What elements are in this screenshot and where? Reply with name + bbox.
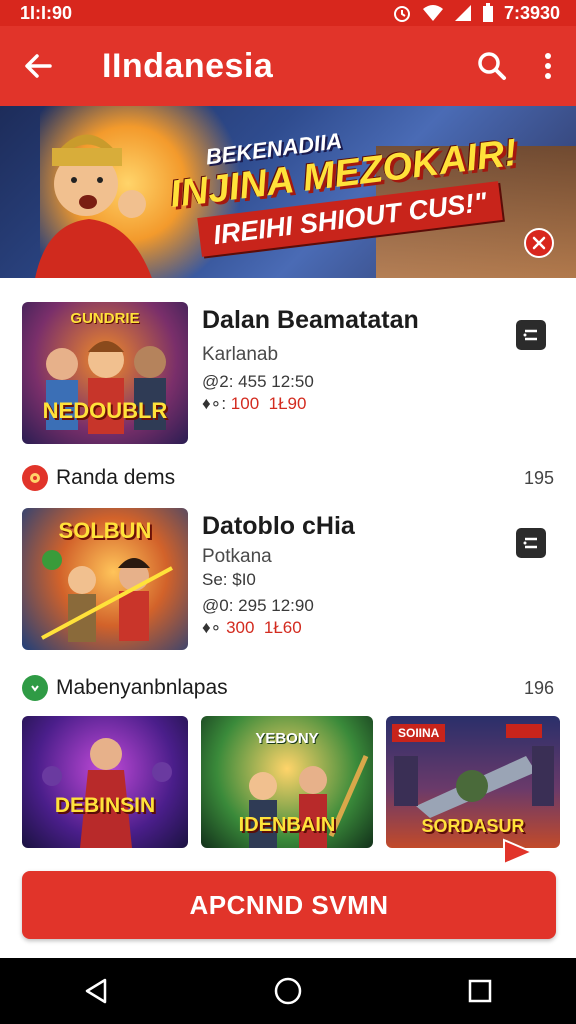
thumb-title: NEDOUBLR — [42, 398, 168, 423]
close-icon — [532, 236, 546, 250]
alarm-icon — [393, 6, 410, 22]
primary-action-button[interactable]: APCNND SVMN — [22, 871, 556, 939]
status-time-right: 7:3930 — [503, 2, 560, 23]
item-name[interactable]: Datoblo cHia — [202, 512, 355, 541]
app-bar: IIndanesia — [0, 26, 576, 106]
back-button[interactable] — [0, 26, 76, 106]
signal-icon — [454, 5, 471, 21]
price-symbol: ♦∘ — [202, 618, 222, 637]
grid-card-caption: DEBINSIN — [54, 794, 156, 817]
item-name[interactable]: Dalan Beamatatan — [202, 306, 419, 335]
nav-back-icon — [85, 978, 107, 1004]
play-overlay-icon — [500, 836, 536, 868]
search-icon — [478, 52, 506, 80]
nav-home-button[interactable] — [248, 958, 328, 1024]
price-a: 300 — [226, 618, 255, 637]
battery-icon — [482, 3, 493, 22]
grid-card-art — [42, 738, 172, 848]
play-badge-icon — [22, 675, 48, 701]
section-header[interactable]: Randa dems 195 — [0, 462, 576, 494]
list-item[interactable]: SOLBUN Datoblo cHia Potkana Se: $I0 @0: … — [0, 508, 576, 668]
arrow-left-icon — [25, 54, 52, 78]
item-thumbnail: GUNDRIE NEDOUBLR — [22, 302, 188, 444]
list-menu-icon — [523, 537, 537, 549]
wifi-icon — [422, 5, 443, 21]
thumb-caption: GUNDRIE — [70, 310, 140, 327]
more-options-button[interactable] — [520, 26, 576, 106]
search-button[interactable] — [464, 26, 520, 106]
grid-card[interactable]: SOIINA SORDASUR — [386, 716, 560, 848]
list-menu-icon — [523, 329, 537, 341]
section-count: 195 — [523, 467, 554, 488]
grid-card-tag-right — [506, 724, 542, 738]
section-label: Mabenyanbnlapas — [56, 676, 228, 699]
grid-card[interactable]: DEBINSIN — [22, 716, 188, 848]
item-thumbnail: SOLBUN — [22, 508, 188, 650]
promo-banner[interactable]: BEKENADIIA INJINA MEZOKAIR! IREIHI SHIOU… — [0, 106, 576, 278]
item-meta: @2: 455 12:50 — [202, 372, 314, 391]
grid-card-caption: SORDASUR — [421, 816, 525, 836]
price-b: 1Ł90 — [268, 394, 307, 413]
item-price-line: ♦∘: 100 1Ł90 — [202, 394, 306, 414]
nav-recents-button[interactable] — [440, 958, 520, 1024]
banner-close-button[interactable] — [524, 228, 554, 258]
grid-card-top-label: YEBONY — [255, 730, 319, 747]
grid-card-caption: IDENBAIN — [238, 814, 336, 836]
price-symbol: ♦∘: — [202, 394, 227, 413]
nav-recents-icon — [468, 979, 492, 1003]
status-time-left: 1I:I:90 — [20, 2, 73, 23]
item-developer: Karlanab — [202, 344, 279, 365]
item-menu-button[interactable] — [516, 320, 546, 350]
list-item[interactable]: GUNDRIE NEDOUBLR Dalan Beamatatan Karlan… — [0, 302, 576, 462]
grid-card-tag: SOIINA — [392, 724, 446, 742]
item-developer: Potkana — [202, 546, 272, 567]
nav-home-icon — [274, 977, 302, 1005]
item-price-line: ♦∘ 300 1Ł60 — [202, 618, 302, 638]
game-badge-icon — [22, 465, 48, 491]
page-title: IIndanesia — [102, 46, 274, 85]
price-b: 1Ł60 — [263, 618, 302, 637]
nav-back-button[interactable] — [56, 958, 136, 1024]
section-count: 196 — [523, 677, 554, 698]
section-label: Randa dems — [56, 466, 176, 489]
thumb-title: SOLBUN — [58, 518, 152, 543]
status-bar: 1I:I:90 7:3930 — [0, 0, 576, 26]
section-header[interactable]: Mabenyanbnlapas 196 — [0, 672, 576, 704]
price-a: 100 — [230, 394, 260, 413]
status-icons: 7:3930 — [392, 3, 560, 24]
item-meta: @0: 295 12:90 — [202, 596, 314, 615]
more-vertical-icon — [545, 53, 551, 79]
item-sub-price: Se: $I0 — [202, 570, 256, 589]
banner-hero-illustration — [35, 134, 152, 278]
system-nav-bar — [0, 958, 576, 1024]
grid-card[interactable]: YEBONY IDENBAIN — [201, 716, 373, 848]
item-menu-button[interactable] — [516, 528, 546, 558]
